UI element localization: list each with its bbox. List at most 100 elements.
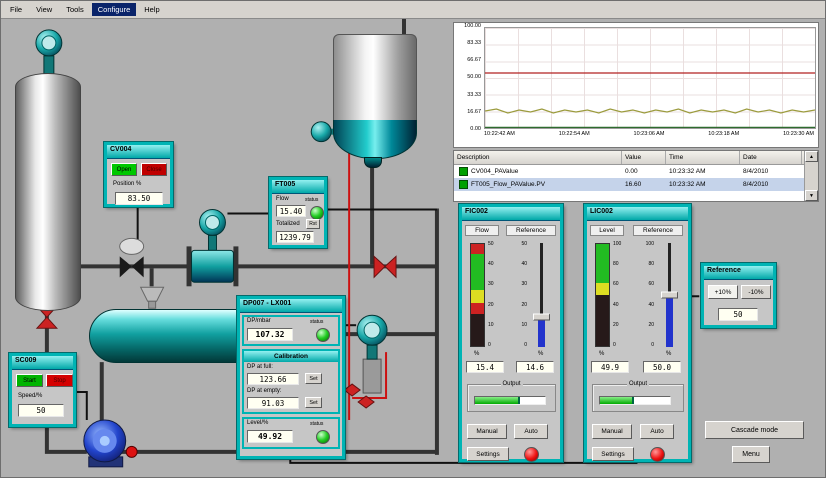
dp007-level-value: 49.92 xyxy=(247,430,293,443)
trend-chart-panel: 100.0083.33 66.6750.00 33.3316.67 0.00 1… xyxy=(453,22,819,148)
ft005-status-light xyxy=(310,206,324,220)
lic002-pv-value: 49.9 xyxy=(591,361,629,373)
sc009-start-button[interactable]: Start xyxy=(16,374,43,387)
overhead-vessel-body xyxy=(333,34,417,120)
dp007-dp-status-label: status xyxy=(310,319,323,325)
ft005-flow-label: Flow xyxy=(276,196,289,202)
dp007-dp-status-light xyxy=(316,328,330,342)
reference-minus10-button[interactable]: -10% xyxy=(741,285,771,299)
red-signal-lines xyxy=(349,149,386,420)
tank-top-instrument-icon[interactable] xyxy=(36,30,62,74)
pump-icon[interactable] xyxy=(84,420,126,467)
dp007-calibration-section: Calibration DP at full: 123.66 Set DP at… xyxy=(242,349,340,414)
lic002-manual-button[interactable]: Manual xyxy=(592,424,632,439)
dp007-level-label: Level/% xyxy=(247,420,268,426)
cascade-mode-button[interactable]: Cascade mode xyxy=(705,421,804,439)
sc009-speed-value: 50 xyxy=(18,404,64,417)
pen-row-ft005[interactable]: FT005_Flow_PAValue.PV 16.60 10:23:32 AM … xyxy=(454,178,804,191)
cv004-panel: CV004 Open Close Position % 83.50 xyxy=(104,142,173,207)
lic002-mode-light xyxy=(650,447,665,462)
ft005-status-label: status xyxy=(305,197,318,203)
fic002-output-group: Output xyxy=(467,384,556,412)
dp007-level-section: Level/% status 49.92 xyxy=(242,417,340,449)
overhead-vessel xyxy=(333,34,417,159)
dp007-set-empty-button[interactable]: Set xyxy=(305,397,322,408)
fic002-pv-scale: 504030 20100 xyxy=(488,242,501,348)
menu-help[interactable]: Help xyxy=(138,3,165,16)
green-square-icon xyxy=(459,180,468,189)
lic002-pv-header: Level xyxy=(590,225,624,236)
ft005-totalized-value: 1239.79 xyxy=(276,231,314,243)
scroll-down-icon[interactable]: ▼ xyxy=(805,190,818,201)
menu-view[interactable]: View xyxy=(30,3,58,16)
control-valve-cv004-icon[interactable] xyxy=(120,238,144,277)
fic002-reference-slider[interactable] xyxy=(532,243,552,347)
dp007-dp-empty-label: DP at empty: xyxy=(247,388,282,394)
sc009-speed-label: Speed/% xyxy=(18,393,42,399)
dp007-dp-label: DP/mbar xyxy=(247,318,271,324)
fic002-sp-unit: % xyxy=(538,351,543,357)
slider-handle[interactable] xyxy=(533,313,550,320)
dp007-level-status-label: status xyxy=(310,421,323,427)
col-date[interactable]: Date xyxy=(740,151,802,164)
pump-alarm-light xyxy=(126,446,137,457)
col-description[interactable]: Description xyxy=(454,151,622,164)
lic002-panel: LIC002 Level Reference 1008060 40200 100… xyxy=(584,204,691,462)
menu-configure[interactable]: Configure xyxy=(92,3,137,16)
dp007-calibration-title: Calibration xyxy=(244,351,338,362)
ft005-reset-button[interactable]: Rst xyxy=(306,219,320,229)
inline-valve-icon[interactable] xyxy=(374,256,396,277)
pen-row-cv004[interactable]: CV004_PAValue 0.00 10:23:32 AM 8/4/2010 xyxy=(454,165,804,178)
dp007-panel: DP007 - LX001 DP/mbar status 107.32 Cali… xyxy=(237,296,345,459)
lic002-sp-unit: % xyxy=(666,351,671,357)
lic002-auto-button[interactable]: Auto xyxy=(640,424,674,439)
dp007-set-full-button[interactable]: Set xyxy=(305,373,322,384)
lic002-reference-slider[interactable] xyxy=(660,243,680,347)
menu-file[interactable]: File xyxy=(4,3,28,16)
cv004-close-button[interactable]: Close xyxy=(141,163,167,176)
fic002-sp-value: 14.6 xyxy=(516,361,554,373)
lic002-settings-button[interactable]: Settings xyxy=(592,447,634,461)
lic002-sp-scale: 1008060 40200 xyxy=(641,242,654,348)
lic002-pv-unit: % xyxy=(599,351,604,357)
cv004-position-label: Position % xyxy=(113,181,141,187)
dp-transmitter-icon[interactable] xyxy=(344,315,387,408)
dp007-level-status-light xyxy=(316,430,330,444)
col-value[interactable]: Value xyxy=(622,151,666,164)
trend-pen-table: Description Value Time Date CV004_PAValu… xyxy=(453,150,819,202)
sc009-stop-button[interactable]: Stop xyxy=(46,374,73,387)
lic002-output-bar xyxy=(599,396,671,405)
lic002-output-label: Output xyxy=(627,381,649,387)
fic002-pv-value: 15.4 xyxy=(466,361,504,373)
fic002-settings-button[interactable]: Settings xyxy=(467,447,509,461)
trend-plot-area xyxy=(484,27,816,129)
slider-handle[interactable] xyxy=(661,292,678,299)
menu-tools[interactable]: Tools xyxy=(60,3,90,16)
fic002-sp-scale: 504030 20100 xyxy=(514,242,527,348)
fic002-flow-bar-gauge xyxy=(470,243,485,347)
lic002-panel-title: LIC002 xyxy=(587,207,688,221)
dp007-panel-title: DP007 - LX001 xyxy=(240,299,342,313)
pen-table-header: Description Value Time Date xyxy=(454,151,804,165)
col-time[interactable]: Time xyxy=(666,151,740,164)
fic002-auto-button[interactable]: Auto xyxy=(514,424,548,439)
menu-button[interactable]: Menu xyxy=(732,446,770,463)
slider-fill xyxy=(666,295,673,347)
funnel-icon xyxy=(141,287,164,308)
sc009-panel: SC009 Start Stop Speed/% 50 xyxy=(9,353,76,427)
overhead-vessel-outlet xyxy=(364,157,382,168)
scada-hmi-window: File View Tools Configure Help xyxy=(0,0,826,478)
cv004-open-button[interactable]: Open xyxy=(111,163,137,176)
slider-fill xyxy=(538,317,545,347)
flow-meter-ft005-icon[interactable] xyxy=(187,209,239,286)
scroll-up-icon[interactable]: ▲ xyxy=(805,151,818,162)
fic002-manual-button[interactable]: Manual xyxy=(467,424,507,439)
ft005-totalized-label: Totalized xyxy=(276,221,300,227)
cv004-position-value: 83.50 xyxy=(115,192,163,205)
fic002-output-bar xyxy=(474,396,546,405)
fic002-sp-header: Reference xyxy=(506,225,556,236)
dp007-dp-section: DP/mbar status 107.32 xyxy=(242,315,340,346)
reference-plus10-button[interactable]: +10% xyxy=(708,285,738,299)
lic002-pv-scale: 1008060 40200 xyxy=(613,242,626,348)
pen-table-scrollbar[interactable]: ▲ ▼ xyxy=(804,151,818,201)
